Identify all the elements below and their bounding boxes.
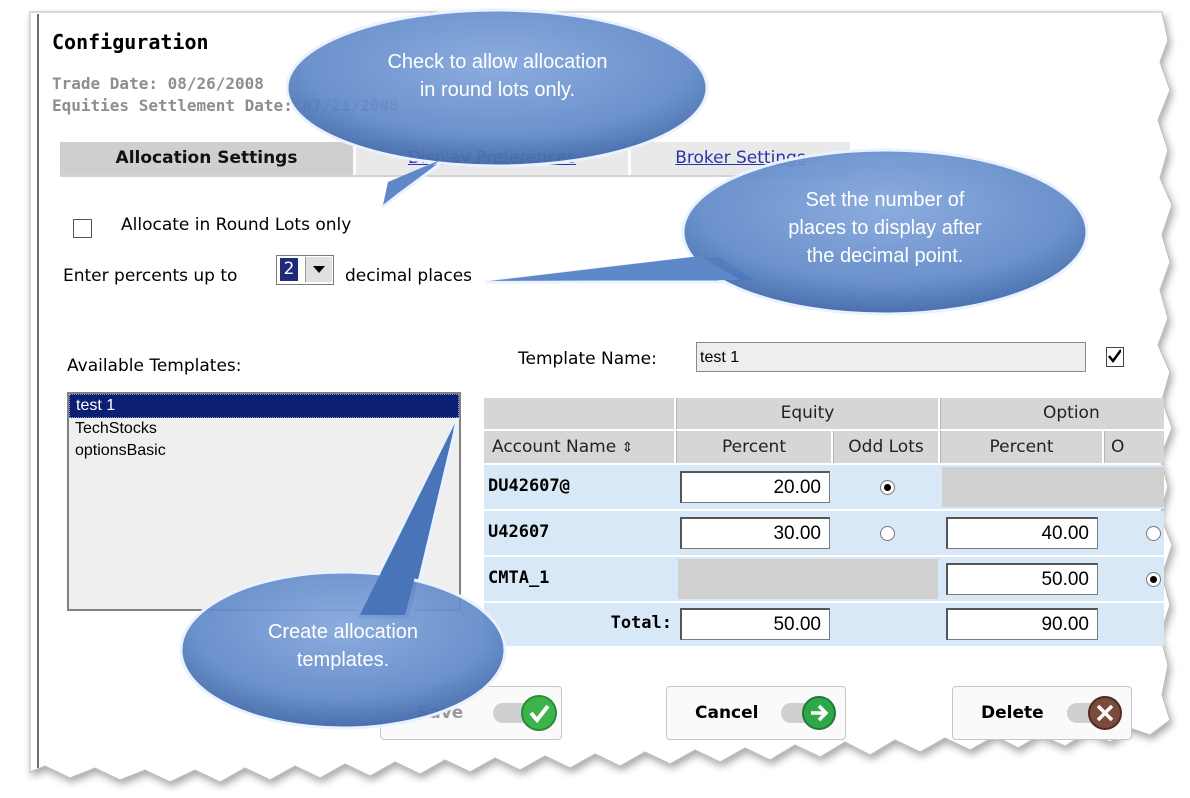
callout-text-line: in round lots only. <box>419 79 576 101</box>
equity-odd-lot-radio[interactable] <box>880 526 895 541</box>
delete-label: Delete <box>981 703 1044 723</box>
allocation-table: Equity Option Account Name ⇕ Percent Odd… <box>484 398 1164 646</box>
option-disabled-cell <box>942 467 1164 507</box>
percent-prefix-label: Enter percents up to <box>63 266 238 286</box>
callout-text-line: Set the number of <box>805 189 965 211</box>
configuration-panel: Configuration Trade Date: 08/26/2008 Equ… <box>0 0 1190 798</box>
option-percent-input[interactable]: 40.00 <box>946 517 1098 549</box>
callout-decimal-text: Set the number of places to display afte… <box>730 186 1040 270</box>
available-templates-label: Available Templates: <box>67 356 242 376</box>
equity-disabled-cell <box>678 559 938 599</box>
round-lots-checkbox[interactable] <box>73 219 92 238</box>
account-name-cell: DU42607@ <box>488 476 570 496</box>
save-label: Save <box>417 703 464 723</box>
cancel-label: Cancel <box>695 703 759 723</box>
account-name-header-label: Account Name <box>492 437 617 457</box>
chevron-down-icon[interactable] <box>305 257 332 282</box>
percent-suffix-label: decimal places <box>345 266 473 286</box>
list-item[interactable]: test 1 <box>69 394 459 418</box>
arrow-right-icon <box>781 696 836 730</box>
template-name-input[interactable]: test 1 <box>696 342 1086 372</box>
tab-display-preferences[interactable]: Display Preferences <box>356 142 628 175</box>
table-corner <box>484 398 674 429</box>
template-enabled-checkbox[interactable] <box>1106 347 1124 367</box>
callout-text-line: Create allocation <box>267 621 419 643</box>
option-odd-lot-radio[interactable] <box>1146 526 1161 541</box>
callout-templates-text: Create allocation templates. <box>210 618 476 674</box>
trade-date: Trade Date: 08/26/2008 <box>52 74 264 93</box>
equity-percent-header: Percent <box>676 431 831 463</box>
page-title: Configuration <box>52 30 209 54</box>
option-odd-lot-radio[interactable] <box>1146 572 1161 587</box>
option-total-value: 90.00 <box>946 608 1098 640</box>
equity-total-value: 50.00 <box>680 608 830 640</box>
option-percent-header: Percent <box>940 431 1102 463</box>
tab-divider <box>60 175 850 177</box>
account-name-header[interactable]: Account Name ⇕ <box>484 431 674 463</box>
equity-group-header: Equity <box>676 398 938 429</box>
list-item[interactable]: optionsBasic <box>69 440 459 462</box>
equity-percent-input[interactable]: 30.00 <box>680 517 830 549</box>
equity-odd-lots-header: Odd Lots <box>833 431 938 463</box>
delete-icon <box>1067 696 1122 730</box>
tab-allocation-settings[interactable]: Allocation Settings <box>60 142 353 175</box>
decimal-places-select[interactable]: 2 <box>276 255 334 285</box>
callout-text-line: places to display after <box>788 217 982 239</box>
equity-percent-input[interactable]: 20.00 <box>680 471 830 503</box>
decimal-places-value: 2 <box>280 258 298 281</box>
round-lots-label: Allocate in Round Lots only <box>121 215 352 235</box>
option-odd-lots-header: O <box>1104 431 1164 463</box>
delete-button[interactable]: Delete <box>952 686 1132 740</box>
templates-listbox[interactable]: test 1 TechStocks optionsBasic <box>67 392 461 611</box>
list-item[interactable]: TechStocks <box>69 418 459 440</box>
total-label: Total: <box>610 613 672 633</box>
sort-icon[interactable]: ⇕ <box>622 440 634 456</box>
callout-text-line: Check to allow allocation <box>387 51 608 73</box>
template-name-label: Template Name: <box>518 349 657 369</box>
option-group-header: Option <box>940 398 1164 429</box>
option-percent-input[interactable]: 50.00 <box>946 563 1098 595</box>
callout-round-lots-text: Check to allow allocation in round lots … <box>330 48 665 104</box>
callout-text-line: the decimal point. <box>806 245 964 267</box>
save-button[interactable]: Save <box>380 686 562 740</box>
tab-broker-settings[interactable]: Broker Settings <box>631 142 850 175</box>
equity-odd-lot-radio[interactable] <box>880 480 895 495</box>
account-name-cell: CMTA_1 <box>488 568 550 588</box>
cancel-button[interactable]: Cancel <box>666 686 846 740</box>
callout-text-line: templates. <box>296 649 390 671</box>
account-name-cell: U42607 <box>488 522 550 542</box>
save-icon <box>493 695 557 731</box>
